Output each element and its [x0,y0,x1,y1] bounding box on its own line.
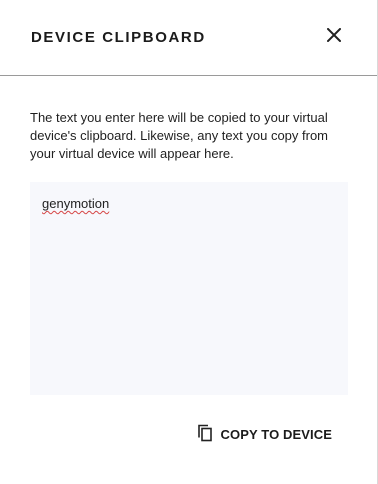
clipboard-description: The text you enter here will be copied t… [30,110,329,161]
dialog-content: The text you enter here will be copied t… [0,76,377,395]
copy-to-device-label: COPY TO DEVICE [220,426,332,442]
dialog-footer: COPY TO DEVICE [0,424,377,444]
dialog-title: DEVICE CLIPBOARD [31,28,206,46]
close-icon [326,27,342,47]
device-clipboard-dialog: DEVICE CLIPBOARD The text you enter here… [0,0,378,484]
copy-to-device-button[interactable]: COPY TO DEVICE [197,424,332,444]
copy-icon [197,424,213,442]
dialog-header: DEVICE CLIPBOARD [0,0,377,76]
close-button[interactable] [324,27,344,48]
clipboard-textarea[interactable]: genymotion [30,182,348,395]
clipboard-textarea-value: genymotion [42,196,110,211]
